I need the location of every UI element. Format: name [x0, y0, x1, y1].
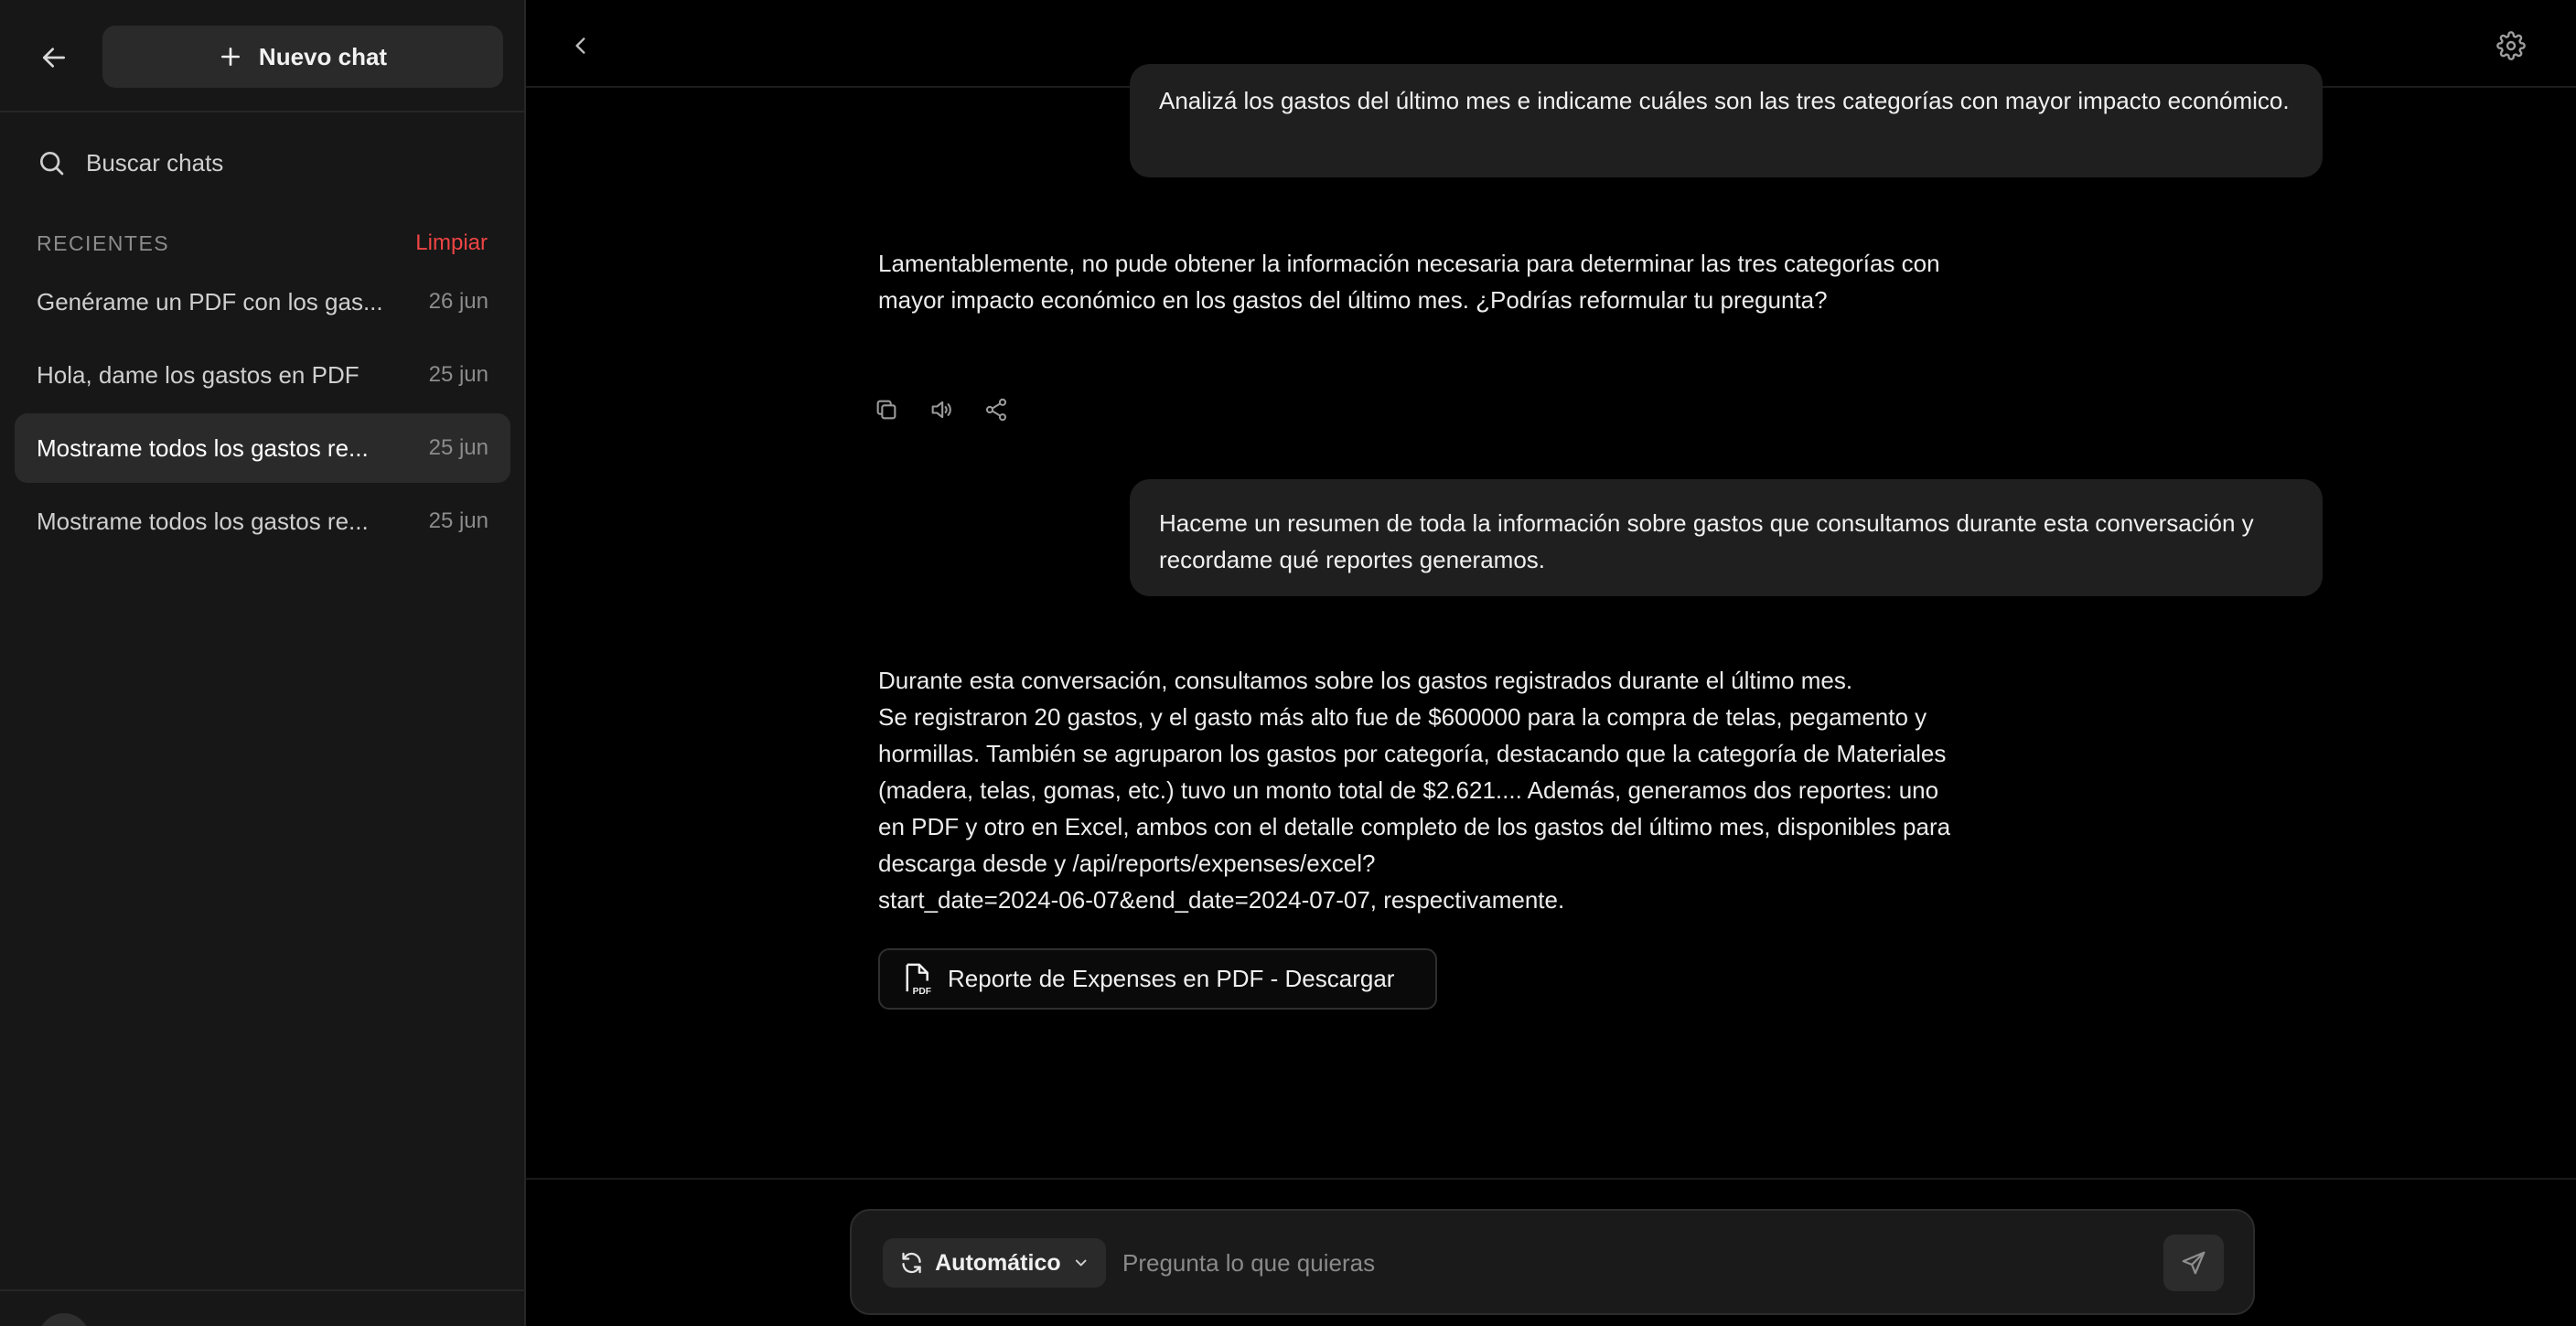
- user-message: Analizá los gastos del último mes e indi…: [1130, 64, 2323, 177]
- send-icon: [2182, 1251, 2206, 1275]
- gear-icon: [2496, 31, 2526, 60]
- sidebar: Nuevo chat Buscar chats RECIENTES Limpia…: [0, 0, 526, 1326]
- app-root: Nuevo chat Buscar chats RECIENTES Limpia…: [0, 0, 2576, 1326]
- main-panel: Analizá los gastos del último mes e indi…: [526, 0, 2576, 1326]
- chat-list-item[interactable]: Hola, dame los gastos en PDF 25 jun: [15, 340, 510, 410]
- svg-text:PDF: PDF: [913, 987, 931, 997]
- chat-list-item-active[interactable]: Mostrame todos los gastos re... 25 jun: [15, 413, 510, 483]
- copy-icon: [876, 400, 896, 420]
- chat-list-item[interactable]: Mostrame todos los gastos re... 25 jun: [15, 487, 510, 556]
- refresh-icon: [902, 1252, 921, 1274]
- search-icon: [40, 152, 64, 176]
- download-pdf-label: Reporte de Expenses en PDF - Descargar: [948, 965, 1395, 992]
- download-pdf-button[interactable]: PDF Reporte de Expenses en PDF - Descarg…: [878, 948, 1437, 1010]
- chat-title: Hola, dame los gastos en PDF: [37, 360, 360, 389]
- sidebar-footer: [0, 1289, 524, 1326]
- chat-date: 26 jun: [428, 289, 488, 314]
- send-button[interactable]: [2163, 1235, 2224, 1291]
- plus-icon: [220, 48, 240, 66]
- assistant-message: Durante esta conversación, consultamos s…: [878, 667, 1951, 914]
- chat-title: Mostrame todos los gastos re...: [37, 433, 369, 462]
- pdf-file-icon: PDF: [906, 963, 931, 997]
- share-icon: [985, 398, 1007, 422]
- share-button[interactable]: [976, 391, 1016, 428]
- search-chats-label: Buscar chats: [86, 148, 224, 176]
- recent-header: RECIENTES Limpiar: [37, 230, 488, 256]
- message-composer: Automático: [850, 1209, 2255, 1315]
- chevron-left-icon: [575, 37, 585, 54]
- message-input[interactable]: [1122, 1238, 2129, 1288]
- assistant-message: Lamentablemente, no pude obtener la info…: [878, 250, 1940, 314]
- chat-date: 25 jun: [428, 362, 488, 387]
- avatar[interactable]: [38, 1313, 90, 1326]
- chat-title: Genérame un PDF con los gas...: [37, 287, 383, 315]
- divider: [526, 1178, 2576, 1180]
- message-actions: [866, 391, 1016, 428]
- user-message: Haceme un resumen de toda la información…: [1130, 479, 2323, 596]
- new-chat-label: Nuevo chat: [258, 42, 388, 70]
- collapse-sidebar-button[interactable]: [563, 27, 599, 64]
- chat-title: Mostrame todos los gastos re...: [37, 507, 369, 535]
- arrow-left-icon: [43, 48, 65, 68]
- chat-list: Genérame un PDF con los gas... 26 jun Ho…: [15, 267, 510, 560]
- mode-label: Automático: [935, 1249, 1061, 1276]
- back-button[interactable]: [31, 35, 77, 80]
- mode-selector[interactable]: Automático: [883, 1238, 1106, 1288]
- recent-title: RECIENTES: [37, 230, 170, 255]
- chevron-down-icon: [1075, 1259, 1087, 1267]
- chat-date: 25 jun: [428, 435, 488, 460]
- speaker-icon: [931, 401, 951, 419]
- read-aloud-button[interactable]: [921, 391, 961, 428]
- settings-button[interactable]: [2493, 27, 2529, 64]
- new-chat-button[interactable]: Nuevo chat: [102, 26, 503, 88]
- chat-date: 25 jun: [428, 508, 488, 533]
- chat-list-item[interactable]: Genérame un PDF con los gas... 26 jun: [15, 267, 510, 337]
- copy-button[interactable]: [866, 391, 907, 428]
- search-chats[interactable]: Buscar chats: [37, 144, 223, 181]
- clear-history-link[interactable]: Limpiar: [415, 230, 488, 256]
- sidebar-header: Nuevo chat: [0, 0, 524, 112]
